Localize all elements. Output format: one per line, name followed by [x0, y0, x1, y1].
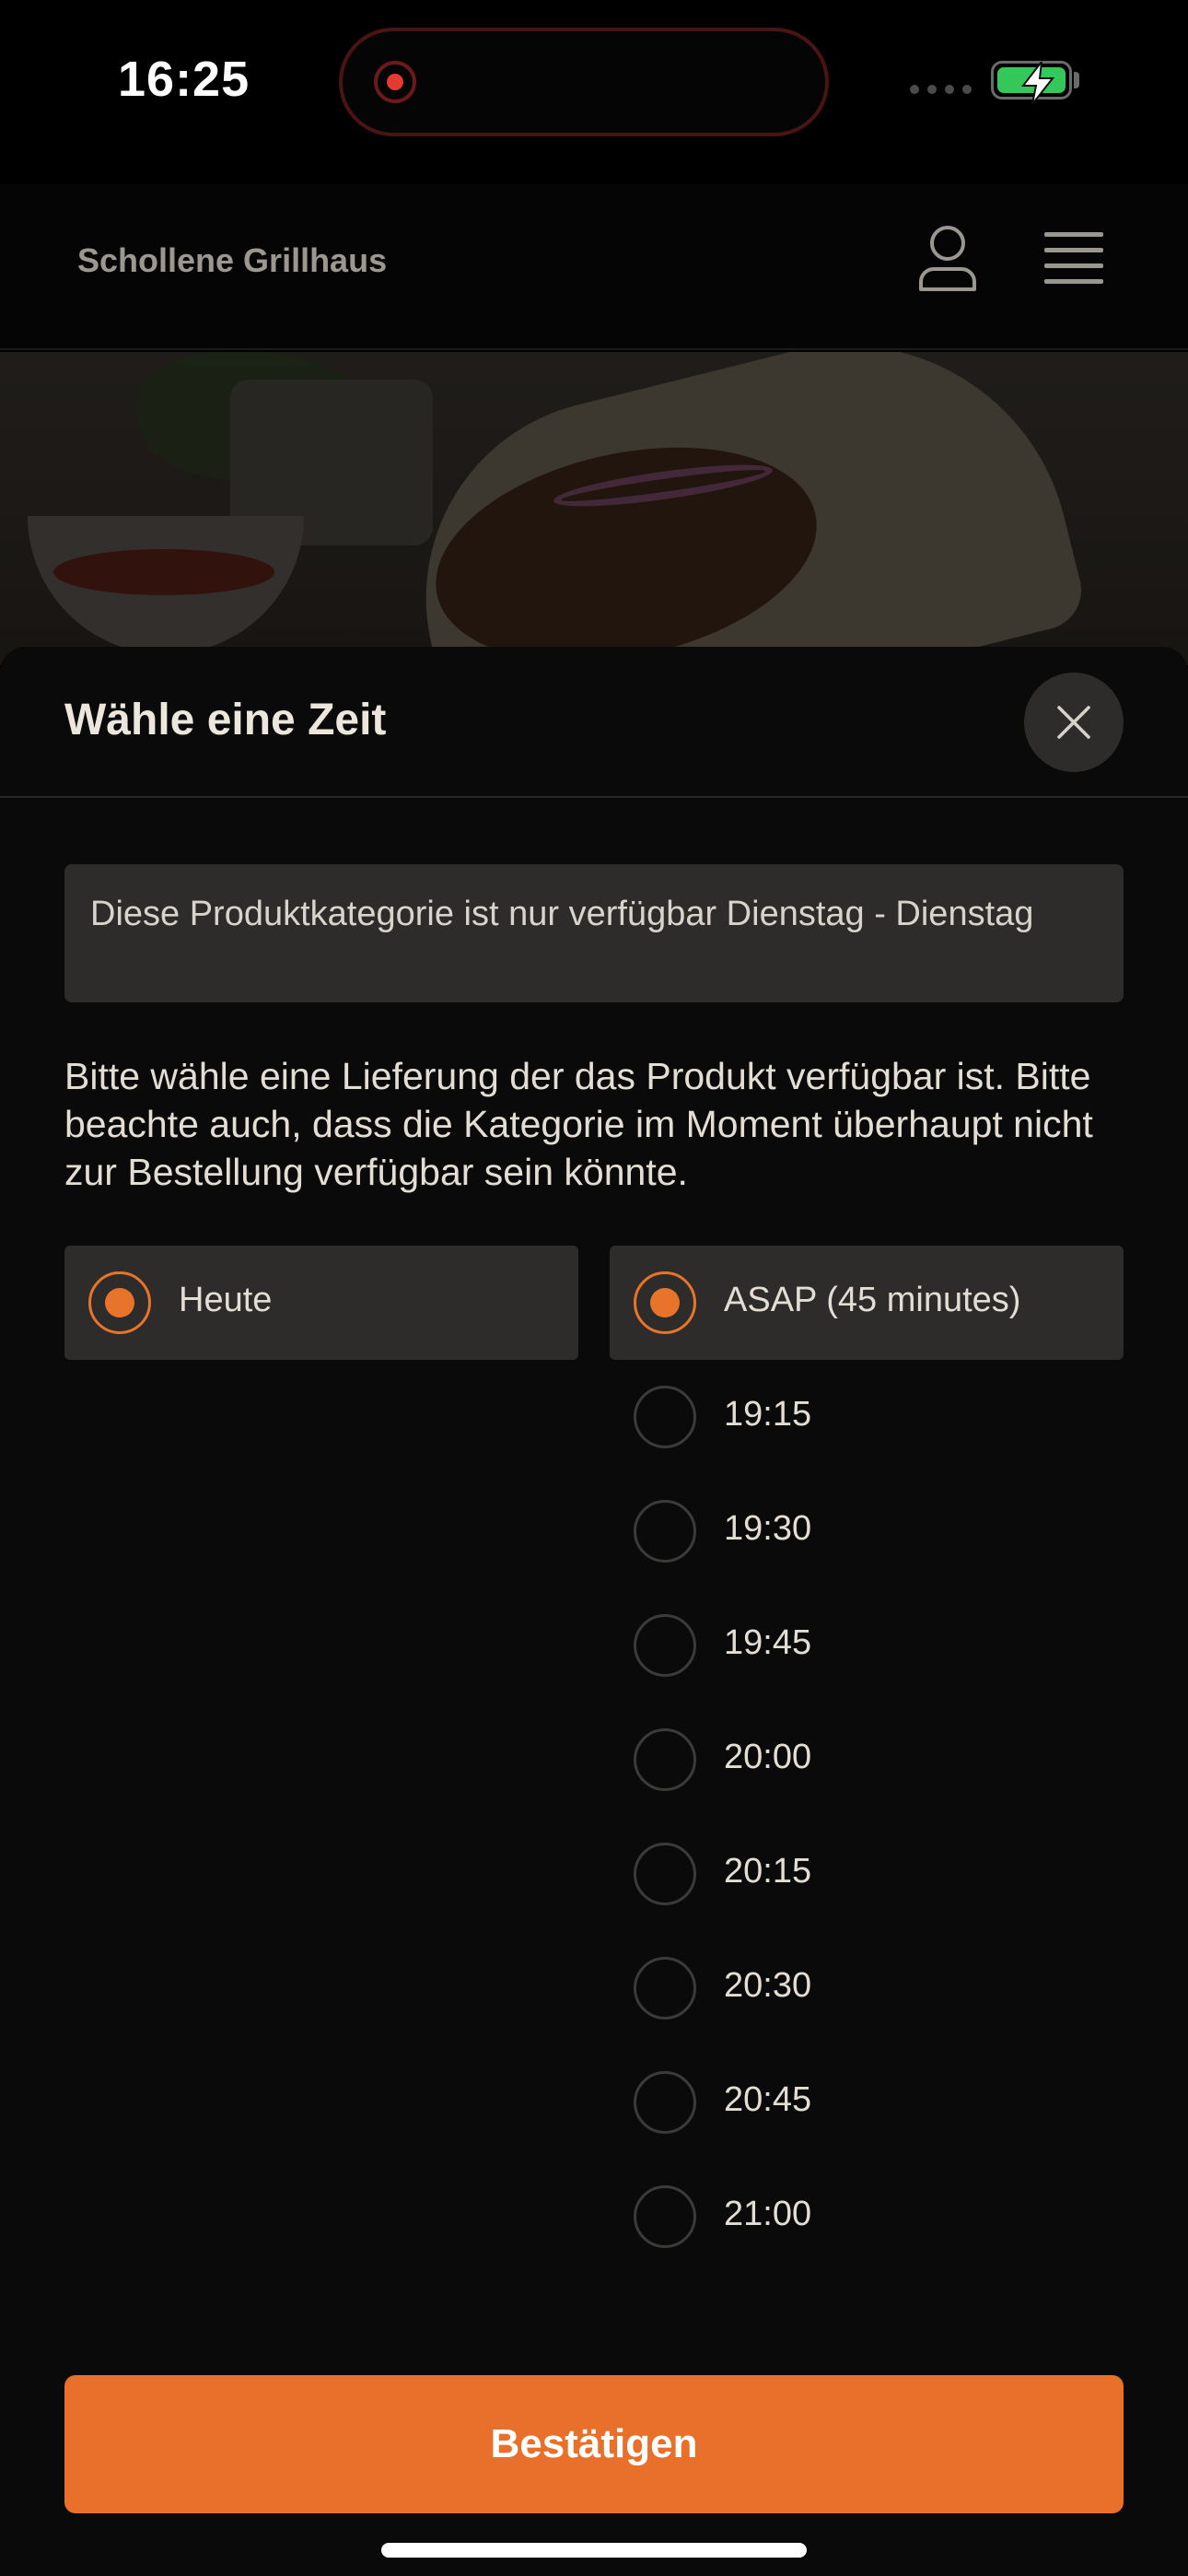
- time-option-label: 19:30: [724, 1509, 812, 1548]
- recording-indicator-icon: [374, 61, 416, 103]
- menu-icon[interactable]: [1044, 232, 1103, 284]
- brand-name[interactable]: Schollene Grillhaus: [77, 241, 387, 280]
- time-option[interactable]: ASAP (45 minutes): [610, 1246, 1124, 1360]
- time-option-label: 20:00: [724, 1738, 812, 1776]
- time-option[interactable]: 19:45: [610, 1588, 1124, 1703]
- time-option-label: 20:15: [724, 1852, 812, 1891]
- radio-icon: [634, 1843, 696, 1905]
- close-button[interactable]: [1024, 673, 1124, 772]
- time-option[interactable]: 20:45: [610, 2045, 1124, 2160]
- time-option-label: ASAP (45 minutes): [724, 1281, 1021, 1319]
- home-indicator[interactable]: [381, 2543, 807, 2558]
- battery-icon: [991, 61, 1072, 104]
- user-icon[interactable]: [917, 225, 978, 291]
- radio-icon: [634, 1614, 696, 1677]
- time-options-list: ASAP (45 minutes) 19:15 19:30 19:45 20:0…: [610, 1246, 1124, 2274]
- time-option-label: 21:00: [724, 2195, 812, 2233]
- time-option[interactable]: 19:30: [610, 1474, 1124, 1588]
- radio-icon: [634, 1728, 696, 1791]
- sheet-title: Wähle eine Zeit: [64, 696, 387, 744]
- time-option-label: 20:45: [724, 2080, 812, 2119]
- time-option-label: 19:15: [724, 1395, 812, 1434]
- confirm-button[interactable]: Bestätigen: [64, 2375, 1124, 2513]
- time-option[interactable]: 20:30: [610, 1931, 1124, 2045]
- time-option-label: 20:30: [724, 1966, 812, 2005]
- app-header: Schollene Grillhaus: [0, 184, 1188, 350]
- sheet-header: Wähle eine Zeit: [0, 647, 1188, 798]
- time-option[interactable]: 21:00: [610, 2160, 1124, 2274]
- radio-icon: [634, 1271, 696, 1334]
- availability-notice: Diese Produktkategorie ist nur verfügbar…: [64, 864, 1124, 1002]
- hero-image: [0, 352, 1188, 665]
- radio-icon: [634, 1386, 696, 1448]
- radio-icon: [88, 1271, 151, 1334]
- time-picker-sheet: Wähle eine Zeit Diese Produktkategorie i…: [0, 647, 1188, 2576]
- close-icon: [1057, 706, 1090, 739]
- instruction-text: Bitte wähle eine Lieferung der das Produ…: [64, 1055, 1093, 1193]
- charging-bolt-icon: [1020, 62, 1055, 104]
- time-option[interactable]: 19:15: [610, 1360, 1124, 1474]
- battery-cap: [1074, 72, 1079, 88]
- time-option[interactable]: 20:00: [610, 1703, 1124, 1817]
- cellular-signal-icon: [910, 85, 972, 94]
- status-bar: 16:25: [0, 0, 1188, 166]
- radio-icon: [634, 1500, 696, 1563]
- radio-icon: [634, 2071, 696, 2134]
- time-option-label: 19:45: [724, 1623, 812, 1662]
- status-time: 16:25: [118, 52, 250, 107]
- day-option-today[interactable]: Heute: [64, 1246, 578, 1360]
- radio-icon: [634, 2185, 696, 2248]
- day-option-label: Heute: [179, 1281, 273, 1319]
- radio-icon: [634, 1957, 696, 2020]
- page: 16:25 Schollene Grillhaus Wähle eine Zei…: [0, 0, 1188, 2576]
- time-option[interactable]: 20:15: [610, 1817, 1124, 1931]
- dynamic-island: [339, 28, 829, 136]
